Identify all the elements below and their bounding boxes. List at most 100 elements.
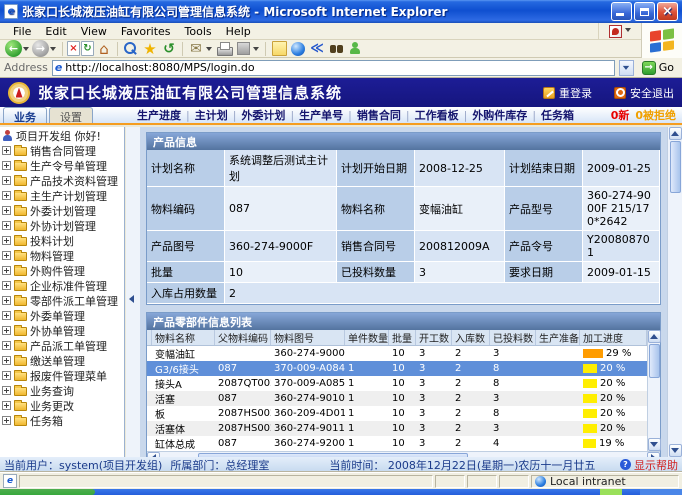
column-header[interactable]: 批量 [389,330,416,345]
favorites-icon[interactable]: ★ [141,40,159,57]
column-header[interactable]: 单件数量 [345,330,389,345]
address-input[interactable]: e http://localhost:8080/MPS/login.do [52,60,615,76]
expand-icon[interactable] [2,326,11,335]
sidebar-item[interactable]: 企业标准件管理 [2,278,124,293]
search-icon[interactable] [122,40,140,57]
sidebar-item[interactable]: 投料计划 [2,233,124,248]
expand-icon[interactable] [2,416,11,425]
expand-icon[interactable] [2,176,11,185]
print-icon[interactable] [215,40,233,57]
sidebar-splitter[interactable] [126,127,140,457]
content-vscrollbar[interactable] [667,127,682,457]
maximize-button[interactable] [634,2,655,21]
back-icon[interactable]: ← [5,40,22,57]
expand-icon[interactable] [2,251,11,260]
sidebar-item[interactable]: 外协计划管理 [2,218,124,233]
forward-dropdown-icon[interactable] [50,47,56,54]
expand-icon[interactable] [2,206,11,215]
column-header[interactable]: 生产准备 [536,330,580,345]
scroll-up-icon[interactable] [648,330,661,343]
address-dropdown-button[interactable] [619,60,634,76]
tab-business[interactable]: 业务 [3,107,47,123]
expand-icon[interactable] [2,296,11,305]
column-header[interactable]: 父物料编码 [215,330,271,345]
nav-6[interactable]: 工作看板 [410,107,464,123]
column-header[interactable]: 物料名称 [152,330,215,345]
start-button[interactable] [0,489,95,495]
sidebar-item[interactable]: 产品派工单管理 [2,338,124,353]
menu-tools[interactable]: Tools [178,25,219,38]
show-help-link[interactable]: 显示帮助 [620,457,678,473]
collapse-sidebar-icon[interactable] [125,295,134,303]
expand-icon[interactable] [2,401,11,410]
nav-7[interactable]: 外购件库存 [467,107,532,123]
pdf-dropdown-icon[interactable] [625,28,631,35]
expand-icon[interactable] [2,281,11,290]
parts-row[interactable]: 变幅油缸360-274-9000F1032329 % [147,346,647,361]
content-vscroll-thumb[interactable] [670,141,681,193]
sidebar-item[interactable]: 业务查询 [2,383,124,398]
history-icon[interactable]: ↺ [160,40,178,57]
home-icon[interactable]: ⌂ [95,40,113,57]
scroll-up-icon[interactable] [669,127,682,140]
flashget-icon[interactable]: ≪ [308,40,326,57]
find-icon[interactable] [327,40,345,57]
parts-row[interactable]: 板2087HS002360-209-4D01011032820 % [147,406,647,421]
sidebar-item[interactable]: 销售合同管理 [2,143,124,158]
expand-icon[interactable] [2,146,11,155]
tab-settings[interactable]: 设置 [49,107,93,123]
notes-icon[interactable] [270,40,288,57]
go-button[interactable]: → Go [638,61,678,75]
edit-dropdown-icon[interactable] [253,47,259,54]
expand-icon[interactable] [2,386,11,395]
menu-favorites[interactable]: Favorites [114,25,178,38]
expand-icon[interactable] [2,311,11,320]
back-dropdown-icon[interactable] [23,47,29,54]
mail-dropdown-icon[interactable] [206,47,212,54]
expand-icon[interactable] [2,191,11,200]
expand-icon[interactable] [2,236,11,245]
forward-icon[interactable]: → [32,40,49,57]
menu-help[interactable]: Help [219,25,258,38]
menu-file[interactable]: File [6,25,38,38]
sidebar-item[interactable]: 外委单管理 [2,308,124,323]
parts-row[interactable]: 活塞体2087HS002360-274-9011W11032320 % [147,421,647,436]
nav-2[interactable]: 主计划 [190,107,233,123]
sidebar-item[interactable]: 外购件管理 [2,263,124,278]
refresh-icon[interactable]: ↻ [81,41,94,56]
edit-icon[interactable] [234,40,252,57]
expand-icon[interactable] [2,266,11,275]
messenger-icon[interactable] [346,40,364,57]
column-header[interactable]: 已投料数 [490,330,536,345]
expand-icon[interactable] [2,161,11,170]
sidebar-item[interactable]: 任务箱 [2,413,124,428]
pdf-toolbar-icon[interactable] [609,25,622,38]
nav-5[interactable]: 销售合同 [352,107,406,123]
relogin-link[interactable]: 重登录 [543,85,592,101]
stop-icon[interactable]: × [67,41,80,56]
sidebar-item[interactable]: 产品技术资料管理 [2,173,124,188]
nav-8[interactable]: 任务箱 [536,107,579,123]
sidebar-item[interactable]: 生产令号单管理 [2,158,124,173]
column-header[interactable]: 加工进度 [580,330,647,345]
expand-icon[interactable] [2,341,11,350]
sidebar-item[interactable]: 主生产计划管理 [2,188,124,203]
minimize-button[interactable] [611,2,632,21]
parts-row[interactable]: G3/6接头087370-009-A084011032820 % [147,361,647,376]
nav-1[interactable]: 生产进度 [132,107,186,123]
sidebar-item[interactable]: 业务更改 [2,398,124,413]
sidebar-item[interactable]: 物料管理 [2,248,124,263]
sidebar-item[interactable]: 零部件派工单管理 [2,293,124,308]
sidebar-item[interactable]: 报废件管理菜单 [2,368,124,383]
expand-icon[interactable] [2,221,11,230]
parts-row[interactable]: 接头A2087QT002370-009-A085011032820 % [147,376,647,391]
sidebar-item[interactable]: 缴送单管理 [2,353,124,368]
parts-row[interactable]: 缸体总成087360-274-9200F11032419 % [147,436,647,451]
column-header[interactable]: 物料图号 [271,330,345,345]
expand-icon[interactable] [2,371,11,380]
menu-view[interactable]: View [74,25,114,38]
nav-3[interactable]: 外委计划 [236,107,290,123]
browser-icon[interactable] [289,40,307,57]
scroll-down-icon[interactable] [648,438,661,451]
close-button[interactable]: × [657,2,678,21]
